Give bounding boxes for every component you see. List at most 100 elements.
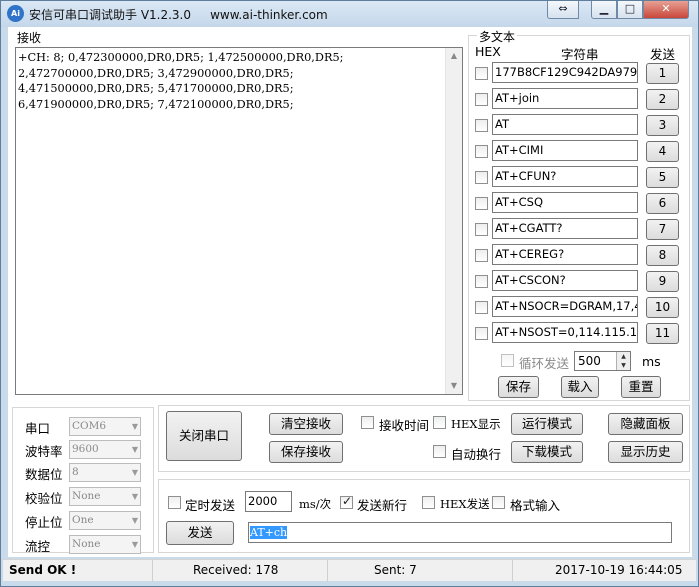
multi-text-input[interactable]: AT+CSCON? [492, 270, 638, 291]
stop-bits-value: One [72, 514, 94, 526]
multi-text-input[interactable]: AT+join [492, 88, 638, 109]
receive-content: +CH: 8; 0,472300000,DR0,DR5; 1,472500000… [18, 50, 443, 112]
multi-text-input[interactable]: AT+CEREG? [492, 244, 638, 265]
receive-line: +CH: 8; 0,472300000,DR0,DR5; 1,472500000… [18, 51, 344, 64]
data-bits-select[interactable]: 8 ▼ [69, 463, 141, 482]
send-newline-checkbox[interactable] [340, 494, 353, 509]
save-receive-button[interactable]: 保存接收 [269, 441, 343, 463]
hex-row-checkbox[interactable] [475, 327, 488, 340]
load-multi-button[interactable]: 载入 [561, 376, 599, 398]
send-column-header: 发送 [650, 47, 676, 62]
receive-scrollbar[interactable]: ▲ ▼ [445, 48, 462, 394]
multi-text-input[interactable]: AT+CGATT? [492, 218, 638, 239]
receive-line: 2,472700000,DR0,DR5; 3,472900000,DR0,DR5… [18, 66, 294, 80]
hex-row-checkbox[interactable] [475, 249, 488, 262]
send-row-button[interactable]: 5 [646, 167, 679, 188]
sent-count: Sent: 7 [328, 560, 513, 582]
receive-line: 6,471900000,DR0,DR5; 7,472100000,DR0,DR5… [18, 97, 294, 111]
hex-row-checkbox[interactable] [475, 197, 488, 210]
timed-send-checkbox[interactable] [168, 496, 181, 509]
hex-display-checkbox[interactable] [433, 416, 446, 429]
multi-text-input[interactable]: AT+NSOCR=DGRAM,17,4 [492, 296, 638, 317]
stop-bits-select[interactable]: One ▼ [69, 511, 141, 530]
send-input-text: AT+ch [250, 526, 288, 539]
receive-textarea[interactable]: +CH: 8; 0,472300000,DR0,DR5; 1,472500000… [15, 47, 463, 395]
send-row-button[interactable]: 7 [646, 219, 679, 240]
hex-row-checkbox[interactable] [475, 223, 488, 236]
send-row-button[interactable]: 4 [646, 141, 679, 162]
port-select[interactable]: COM6 ▼ [69, 417, 141, 436]
spin-up-icon[interactable]: ▲ [616, 352, 630, 361]
baud-select[interactable]: 9600 ▼ [69, 440, 141, 459]
format-input-checkbox[interactable] [492, 496, 505, 509]
hide-panel-button[interactable]: 隐藏面板 [608, 413, 683, 435]
send-row-button[interactable]: 10 [646, 297, 679, 318]
clear-receive-button[interactable]: 清空接收 [269, 413, 343, 435]
restore-arrows-button[interactable]: ⇔ [547, 1, 579, 19]
window-title: 安信可串口调试助手 V1.2.3.0 www.ai-thinker.com [29, 6, 328, 23]
multi-text-input[interactable]: AT+CIMI [492, 140, 638, 161]
hex-row-checkbox[interactable] [475, 119, 488, 132]
parity-select[interactable]: None ▼ [69, 487, 141, 506]
hex-row-checkbox[interactable] [475, 145, 488, 158]
reset-multi-button[interactable]: 重置 [621, 376, 661, 398]
multi-text-input[interactable]: AT+CSQ [492, 192, 638, 213]
close-icon: ✕ [661, 2, 671, 15]
receive-time-checkbox[interactable] [361, 416, 374, 429]
maximize-icon: □ [624, 2, 636, 15]
baud-label: 波特率 [25, 444, 63, 459]
download-mode-button[interactable]: 下载模式 [511, 441, 583, 463]
auto-wrap-checkbox[interactable] [433, 445, 446, 458]
hex-row-checkbox[interactable] [475, 275, 488, 288]
loop-send-checkbox[interactable] [501, 354, 514, 367]
close-port-button[interactable]: 关闭串口 [166, 411, 242, 461]
chevron-down-icon: ▼ [131, 516, 138, 525]
send-row-button[interactable]: 3 [646, 115, 679, 136]
interval-input[interactable]: 2000 [245, 491, 292, 512]
spin-down-icon[interactable]: ▼ [616, 361, 630, 370]
minimize-button[interactable]: ▁ [591, 1, 617, 19]
multi-text-input[interactable]: 177B8CF129C942DA979" [492, 62, 638, 83]
multi-text-label: 多文本 [477, 28, 518, 45]
multi-text-input[interactable]: AT+CFUN? [492, 166, 638, 187]
send-row-button[interactable]: 8 [646, 245, 679, 266]
hex-send-checkbox[interactable] [422, 496, 435, 509]
send-row-button[interactable]: 6 [646, 193, 679, 214]
scroll-down-icon[interactable]: ▼ [446, 378, 462, 394]
loop-interval-spinner[interactable]: 500 ▲ ▼ [574, 351, 631, 371]
interval-unit-label: ms/次 [299, 497, 332, 511]
restore-arrows-icon: ⇔ [558, 2, 568, 15]
multi-text-input[interactable]: AT+NSOST=0,114.115.14 [492, 322, 638, 343]
send-row-button[interactable]: 9 [646, 271, 679, 292]
send-row-button[interactable]: 2 [646, 89, 679, 110]
parity-value: None [72, 490, 101, 502]
app-logo-icon: Ai [7, 5, 24, 22]
scroll-up-icon[interactable]: ▲ [446, 48, 462, 64]
app-window: Ai 安信可串口调试助手 V1.2.3.0 www.ai-thinker.com… [0, 0, 699, 587]
hex-row-checkbox[interactable] [475, 171, 488, 184]
flow-control-select[interactable]: None ▼ [69, 535, 141, 554]
hex-column-header: HEX [475, 44, 501, 59]
multi-text-input[interactable]: AT [492, 114, 638, 135]
close-button[interactable]: ✕ [643, 1, 689, 19]
save-multi-button[interactable]: 保存 [498, 376, 539, 398]
send-button[interactable]: 发送 [166, 521, 234, 545]
client-area: 接收 +CH: 8; 0,472300000,DR0,DR5; 1,472500… [8, 27, 692, 557]
send-input[interactable]: AT+ch [248, 522, 672, 543]
show-history-button[interactable]: 显示历史 [608, 441, 683, 463]
chevron-down-icon: ▼ [131, 492, 138, 501]
maximize-button[interactable]: □ [617, 1, 643, 19]
minimize-icon: ▁ [599, 2, 609, 15]
received-count: Received: 178 [153, 560, 328, 582]
run-mode-button[interactable]: 运行模式 [511, 413, 583, 435]
hex-row-checkbox[interactable] [475, 67, 488, 80]
send-row-button[interactable]: 11 [646, 323, 679, 344]
baud-value: 9600 [72, 443, 99, 455]
hex-row-checkbox[interactable] [475, 93, 488, 106]
receive-label: 接收 [15, 29, 44, 46]
hex-row-checkbox[interactable] [475, 301, 488, 314]
send-row-button[interactable]: 1 [646, 63, 679, 84]
port-label: 串口 [25, 421, 51, 436]
port-value: COM6 [72, 420, 107, 432]
stop-bits-label: 停止位 [25, 515, 63, 530]
